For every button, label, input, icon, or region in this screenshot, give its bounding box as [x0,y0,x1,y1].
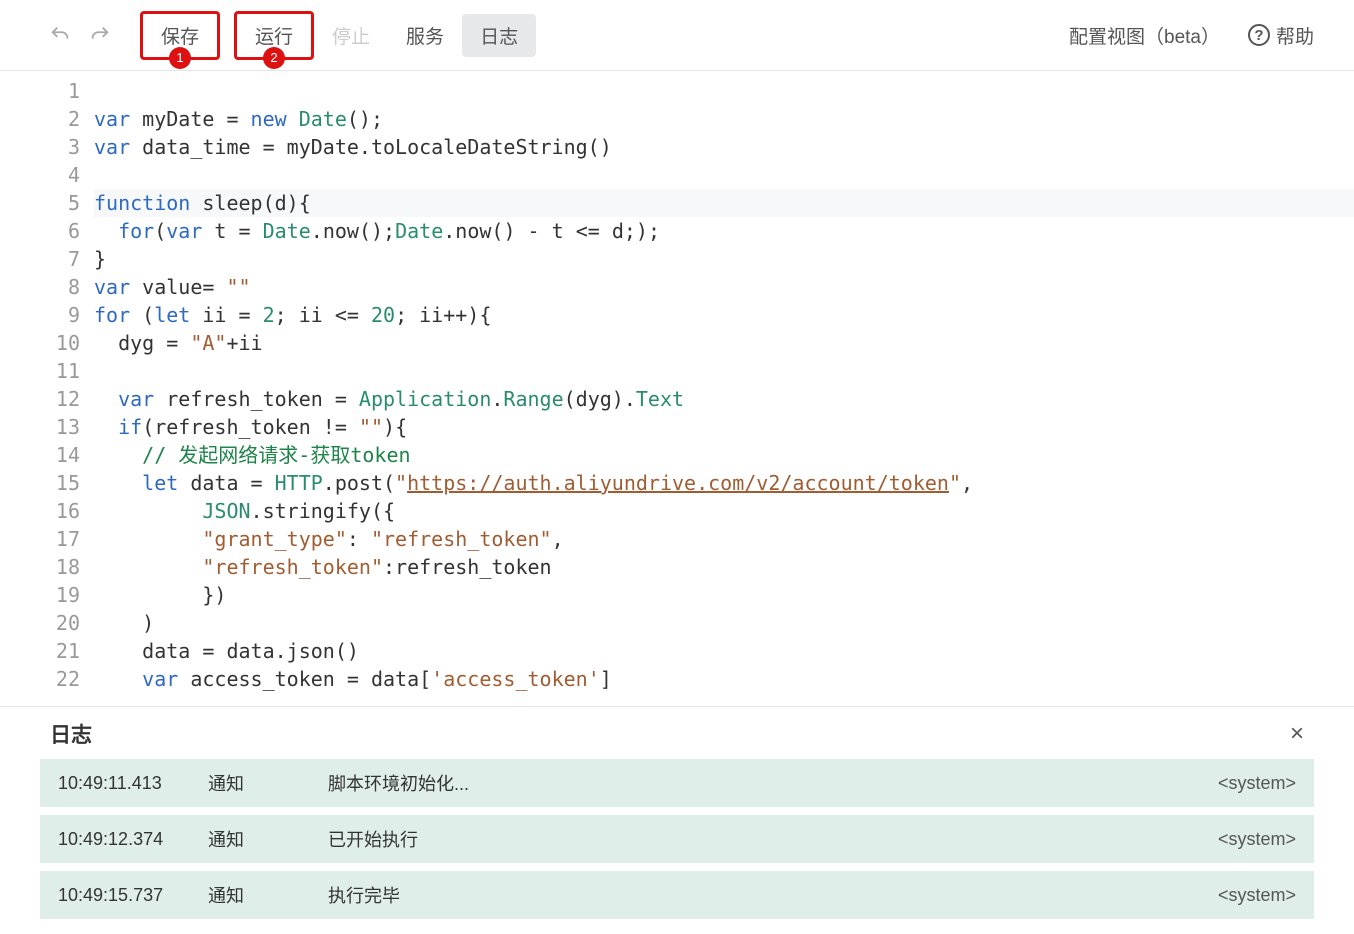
line-number: 5 [0,189,80,217]
stop-button: 停止 [314,14,388,57]
code-line[interactable] [94,77,1354,105]
line-number: 2 [0,105,80,133]
line-number: 15 [0,469,80,497]
log-message: 执行完毕 [328,882,1218,908]
log-row[interactable]: 10:49:12.374通知已开始执行<system> [40,815,1314,863]
code-line[interactable]: } [94,245,1354,273]
save-badge: 1 [169,47,191,69]
run-button-label: 运行 [255,27,293,48]
code-line[interactable]: data = data.json() [94,637,1354,665]
help-label: 帮助 [1276,22,1314,49]
log-message: 已开始执行 [328,826,1218,852]
code-line[interactable]: let data = HTTP.post("https://auth.aliyu… [94,469,1354,497]
log-title: 日志 [50,719,92,749]
log-row[interactable]: 10:49:11.413通知脚本环境初始化...<system> [40,759,1314,807]
line-number: 19 [0,581,80,609]
line-number-gutter: 12345678910111213141516171819202122 [0,71,94,706]
toolbar-left: 保存 1 运行 2 停止 服务 日志 [40,11,1069,60]
line-number: 3 [0,133,80,161]
code-line[interactable]: }) [94,581,1354,609]
log-header: 日志 × [0,707,1354,759]
log-tab-button[interactable]: 日志 [462,14,536,57]
code-line[interactable]: for (let ii = 2; ii <= 20; ii++){ [94,301,1354,329]
code-line[interactable]: JSON.stringify({ [94,497,1354,525]
log-source: <system> [1218,829,1296,850]
line-number: 14 [0,441,80,469]
code-line[interactable]: for(var t = Date.now();Date.now() - t <=… [94,217,1354,245]
line-number: 1 [0,77,80,105]
log-type: 通知 [208,882,328,908]
line-number: 7 [0,245,80,273]
undo-button[interactable] [40,15,80,55]
line-number: 17 [0,525,80,553]
code-line[interactable]: if(refresh_token != ""){ [94,413,1354,441]
code-line[interactable]: var data_time = myDate.toLocaleDateStrin… [94,133,1354,161]
line-number: 8 [0,273,80,301]
code-line[interactable]: function sleep(d){ [94,189,1354,217]
code-line[interactable]: var access_token = data['access_token'] [94,665,1354,693]
code-line[interactable]: ) [94,609,1354,637]
line-number: 6 [0,217,80,245]
log-panel: 日志 × 10:49:11.413通知脚本环境初始化...<system>10:… [0,706,1354,934]
log-source: <system> [1218,885,1296,906]
code-line[interactable]: var value= "" [94,273,1354,301]
log-time: 10:49:11.413 [58,773,208,794]
log-time: 10:49:12.374 [58,829,208,850]
line-number: 9 [0,301,80,329]
code-editor[interactable]: 12345678910111213141516171819202122 var … [0,70,1354,706]
log-source: <system> [1218,773,1296,794]
line-number: 16 [0,497,80,525]
line-number: 4 [0,161,80,189]
toolbar-right: 配置视图（beta） ? 帮助 [1069,22,1314,49]
code-line[interactable] [94,357,1354,385]
code-line[interactable]: "refresh_token":refresh_token [94,553,1354,581]
line-number: 22 [0,665,80,693]
run-badge: 2 [263,47,285,69]
code-line[interactable]: dyg = "A"+ii [94,329,1354,357]
service-button[interactable]: 服务 [388,14,462,57]
line-number: 21 [0,637,80,665]
log-type: 通知 [208,770,328,796]
log-type: 通知 [208,826,328,852]
line-number: 20 [0,609,80,637]
log-body: 10:49:11.413通知脚本环境初始化...<system>10:49:12… [0,759,1354,934]
line-number: 18 [0,553,80,581]
save-button-label: 保存 [161,27,199,48]
log-time: 10:49:15.737 [58,885,208,906]
config-view-button[interactable]: 配置视图（beta） [1069,22,1220,49]
code-line[interactable]: "grant_type": "refresh_token", [94,525,1354,553]
line-number: 12 [0,385,80,413]
save-button[interactable]: 保存 1 [140,11,220,60]
redo-icon [89,24,111,46]
code-line[interactable]: var myDate = new Date(); [94,105,1354,133]
code-content[interactable]: var myDate = new Date();var data_time = … [94,71,1354,706]
log-row[interactable]: 10:49:15.737通知执行完毕<system> [40,871,1314,919]
help-button[interactable]: ? 帮助 [1248,22,1314,49]
help-icon: ? [1248,24,1270,46]
line-number: 13 [0,413,80,441]
undo-icon [49,24,71,46]
line-number: 10 [0,329,80,357]
redo-button[interactable] [80,15,120,55]
code-line[interactable]: // 发起网络请求-获取token [94,441,1354,469]
code-line[interactable] [94,161,1354,189]
log-close-button[interactable]: × [1290,720,1304,748]
toolbar: 保存 1 运行 2 停止 服务 日志 配置视图（beta） ? 帮助 [0,0,1354,70]
run-button[interactable]: 运行 2 [234,11,314,60]
line-number: 11 [0,357,80,385]
log-message: 脚本环境初始化... [328,770,1218,796]
code-line[interactable]: var refresh_token = Application.Range(dy… [94,385,1354,413]
